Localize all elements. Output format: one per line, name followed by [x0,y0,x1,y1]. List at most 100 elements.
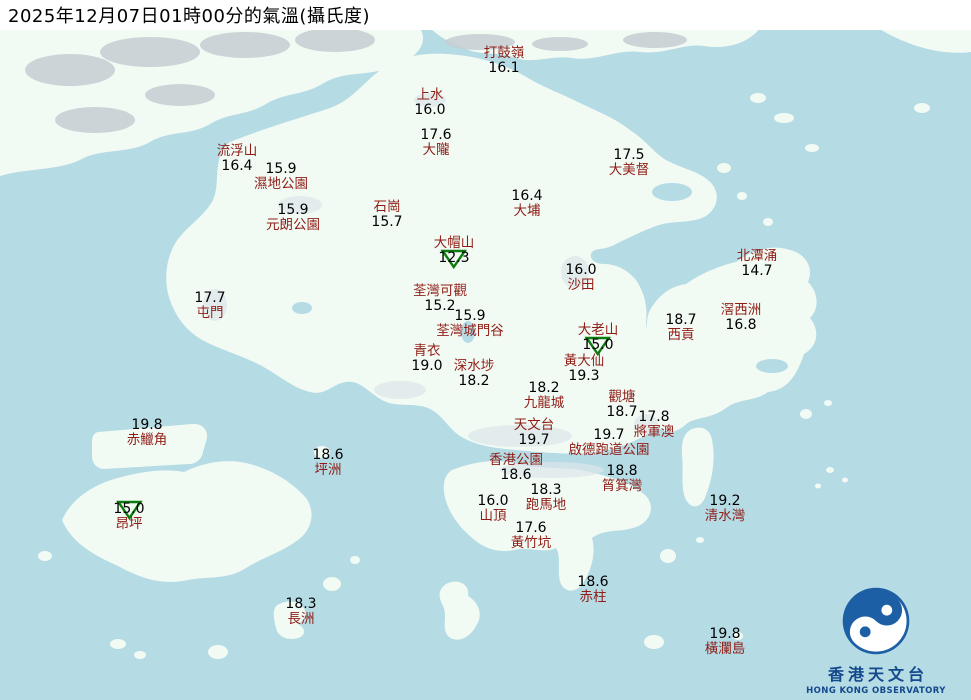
station-name: 跑馬地 [526,498,567,513]
station-name: 黃竹坑 [511,536,552,551]
station-name: 坪洲 [314,463,341,478]
station-temp-wrap: 19.7 [518,433,549,448]
station-name: 啟德跑道公園 [569,443,650,458]
weather-station: 大老山 15.0 [578,323,619,353]
station-name: 濕地公園 [254,177,308,192]
weather-station: 九龍城 18.2 [524,381,565,411]
station-name: 打鼓嶺 [484,46,525,61]
station-temp-wrap: 15.2 [424,299,455,314]
station-temp-wrap: 15.9 [454,309,485,324]
station-temp-wrap: 19.8 [709,627,740,642]
weather-station: 大帽山 12.3 [434,236,475,266]
station-temperature: 16.0 [477,494,508,509]
weather-station: 沙田 16.0 [565,263,596,293]
station-temp-wrap: 14.7 [741,264,772,279]
record-marker-icon [116,500,142,520]
weather-station: 赤柱 18.6 [577,575,608,605]
weather-station: 橫瀾島 19.8 [705,627,746,657]
station-name: 九龍城 [524,396,565,411]
station-temperature: 19.3 [568,369,599,384]
station-temperature: 17.8 [638,410,669,425]
station-temperature: 17.7 [194,291,225,306]
station-temperature: 18.8 [606,464,637,479]
station-name: 深水埗 [454,359,495,374]
station-temp-wrap: 15.7 [371,215,402,230]
weather-station: 天文台 19.7 [514,418,555,448]
station-temperature: 16.8 [725,318,756,333]
weather-station: 黃竹坑 17.6 [511,521,552,551]
station-temperature: 15.0 [582,338,613,353]
station-name: 沙田 [567,278,594,293]
weather-station: 香港公園 18.6 [489,453,543,483]
station-name: 大隴 [422,143,449,158]
station-temp-wrap: 17.5 [613,148,644,163]
station-temp-wrap: 19.0 [411,359,442,374]
weather-station: 荃灣城門谷 15.9 [436,309,504,339]
weather-station: 觀塘 18.7 [606,390,637,420]
weather-station: 西貢 18.7 [665,313,696,343]
station-name: 長洲 [287,612,314,627]
weather-station: 將軍澳 17.8 [634,410,675,440]
station-temperature: 17.6 [515,521,546,536]
weather-station: 筲箕灣 18.8 [602,464,643,494]
station-temperature: 18.3 [285,597,316,612]
station-temperature: 16.1 [488,61,519,76]
station-name: 大埔 [513,204,540,219]
station-name: 昂坪 [115,517,142,532]
observatory-logo-block: 香港天文台 HONG KONG OBSERVATORY [791,585,961,696]
weather-station: 赤鱲角 19.8 [127,418,168,448]
station-temperature: 18.6 [500,468,531,483]
station-temperature: 16.0 [565,263,596,278]
station-name: 大帽山 [434,236,475,251]
station-temperature: 18.6 [577,575,608,590]
station-temp-wrap: 17.8 [638,410,669,425]
station-temperature: 19.7 [518,433,549,448]
weather-station: 山頂 16.0 [477,494,508,524]
weather-station: 屯門 17.7 [194,291,225,321]
station-temp-wrap: 17.6 [420,128,451,143]
station-name: 將軍澳 [634,425,675,440]
weather-station: 跑馬地 18.3 [526,483,567,513]
station-name: 赤柱 [579,590,606,605]
station-name: 大老山 [578,323,619,338]
station-temperature: 15.9 [265,162,296,177]
station-name: 香港公園 [489,453,543,468]
station-temperature: 15.9 [277,203,308,218]
station-temp-wrap: 16.4 [221,159,252,174]
station-temp-wrap: 16.8 [725,318,756,333]
station-temperature: 19.8 [709,627,740,642]
station-temp-wrap: 18.2 [458,374,489,389]
station-name: 橫瀾島 [705,642,746,657]
weather-station: 大隴 17.6 [420,128,451,158]
station-temp-wrap: 15.9 [265,162,296,177]
map-title: 2025年12月07日01時00分的氣溫(攝氏度) [0,2,370,28]
weather-station: 坪洲 18.6 [312,448,343,478]
station-temperature: 18.6 [312,448,343,463]
weather-station: 長洲 18.3 [285,597,316,627]
logo-name-chinese: 香港天文台 [824,661,928,685]
station-name: 荃灣城門谷 [436,324,504,339]
station-temperature: 16.4 [511,189,542,204]
station-temperature: 17.5 [613,148,644,163]
weather-station: 流浮山 16.4 [217,144,258,174]
station-temp-wrap: 15.0 [582,338,613,353]
station-temp-wrap: 16.1 [488,61,519,76]
station-name: 元朗公園 [266,218,320,233]
station-name: 天文台 [514,418,555,433]
weather-station: 北潭涌 14.7 [737,249,778,279]
station-name: 大美督 [609,163,650,178]
station-temperature: 19.2 [709,494,740,509]
station-temp-wrap: 12.3 [438,251,469,266]
weather-station: 清水灣 19.2 [705,494,746,524]
station-name: 赤鱲角 [127,433,168,448]
station-name: 青衣 [413,344,440,359]
station-name: 西貢 [667,328,694,343]
weather-station: 深水埗 18.2 [454,359,495,389]
station-temp-wrap: 19.7 [593,428,624,443]
station-temperature: 16.4 [221,159,252,174]
weather-station: 石崗 15.7 [371,200,402,230]
station-name: 石崗 [373,200,400,215]
station-temp-wrap: 18.6 [577,575,608,590]
station-temp-wrap: 19.2 [709,494,740,509]
weather-station: 濕地公園 15.9 [254,162,308,192]
